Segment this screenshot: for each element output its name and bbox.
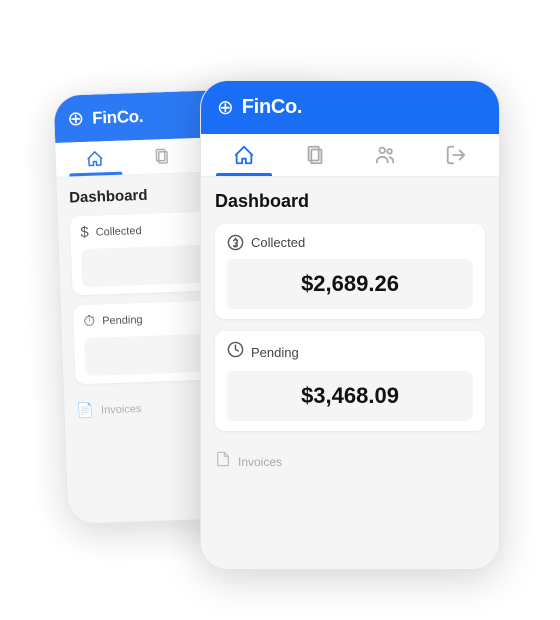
nav-docs-front[interactable]	[280, 134, 351, 176]
nav-home-front[interactable]	[209, 134, 280, 176]
phone-front: ⊕ FinCo.	[200, 80, 500, 570]
collected-label-back: Collected	[96, 224, 142, 238]
collected-label-front: Collected	[251, 235, 305, 250]
brand-name-front: FinCo.	[242, 96, 302, 119]
invoice-icon-back: 📄	[76, 402, 94, 420]
invoices-label-front: Invoices	[238, 455, 282, 469]
collected-value-wrap-front: $2,689.26	[227, 259, 473, 309]
invoices-label-back: Invoices	[101, 403, 142, 416]
nav-home-back[interactable]	[61, 140, 129, 176]
dashboard-title-front: Dashboard	[215, 191, 485, 212]
nav-people-front[interactable]	[350, 134, 421, 176]
nav-logout-front[interactable]	[421, 134, 492, 176]
phone-body-front: Dashboard Collected	[201, 177, 499, 570]
content-front: Dashboard Collected	[201, 177, 499, 570]
app-header-front: ⊕ FinCo.	[201, 81, 499, 134]
pending-label-back: Pending	[102, 314, 143, 327]
pending-header-front: Pending	[227, 341, 473, 363]
collected-card-front: Collected $2,689.26	[215, 224, 485, 319]
globe-icon-front: ⊕	[217, 95, 234, 120]
globe-icon-back: ⊕	[67, 106, 85, 132]
pending-value-wrap-front: $3,468.09	[227, 371, 473, 421]
nav-docs-back[interactable]	[128, 138, 196, 174]
collected-header-front: Collected	[227, 234, 473, 251]
invoices-icon	[215, 451, 231, 472]
clock-icon-back: ⏱	[83, 313, 95, 330]
dollar-icon-back: $	[80, 224, 89, 241]
pending-card-front: Pending $3,468.09	[215, 331, 485, 431]
pending-label-front: Pending	[251, 345, 299, 360]
dollar-circle-icon	[227, 234, 244, 251]
clock-icon	[227, 341, 244, 363]
collected-value: $2,689.26	[301, 271, 399, 296]
nav-front	[201, 134, 499, 177]
invoices-row-front: Invoices	[215, 443, 485, 472]
pending-value: $3,468.09	[301, 383, 399, 408]
brand-name-back: FinCo.	[92, 106, 144, 128]
